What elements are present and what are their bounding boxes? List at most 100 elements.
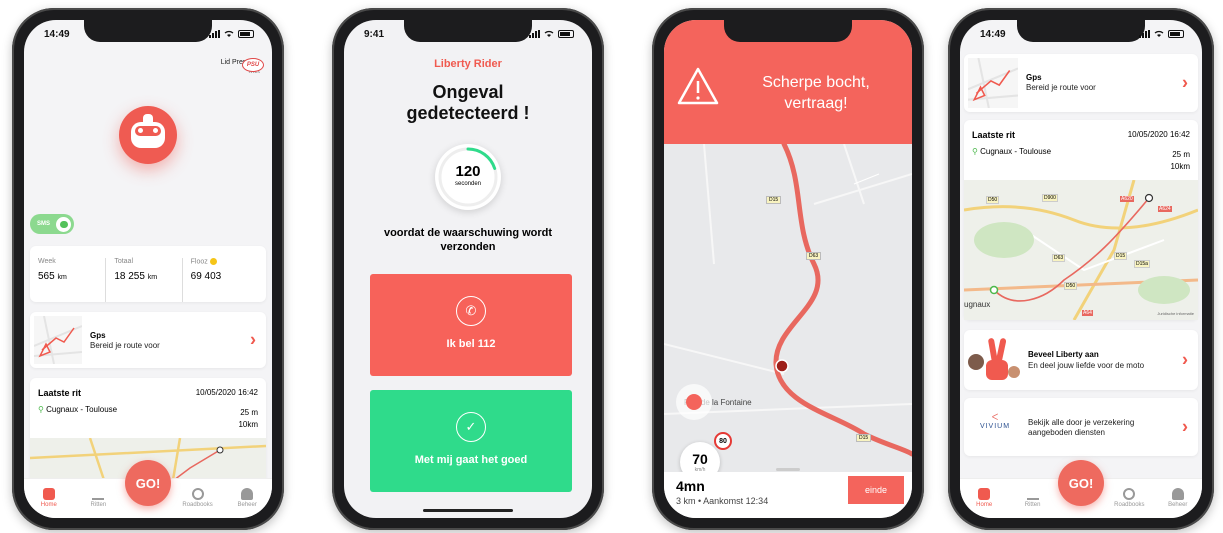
last-ride-title: Laatste rit xyxy=(972,130,1016,140)
gps-card[interactable]: Gps Bereid je route voor › xyxy=(964,54,1198,112)
last-ride-distance: 10km xyxy=(238,420,258,429)
go-button[interactable]: GO! xyxy=(1058,460,1104,506)
roadbook-icon xyxy=(1123,488,1136,500)
stat-label: Week xyxy=(38,258,56,265)
tab-home[interactable]: Home xyxy=(964,488,1004,508)
tab-home[interactable]: Home xyxy=(29,488,69,508)
tab-label: Ritten xyxy=(1024,502,1041,508)
home-indicator xyxy=(423,509,513,512)
stat-label: Totaal xyxy=(114,258,134,265)
gps-subtitle: Bereid je route voor xyxy=(1026,83,1096,92)
tab-label: Home xyxy=(976,502,993,508)
status-bar: 9:41 xyxy=(344,26,592,42)
stat-flooz: Flooz 69 403 xyxy=(183,258,258,302)
coin-icon xyxy=(209,258,217,265)
call-112-button[interactable]: ✆ Ik bel 112 xyxy=(370,274,572,376)
map-road-label: A64 xyxy=(1082,310,1093,316)
alert-line-1: Scherpe bocht, xyxy=(762,74,870,91)
countdown-unit: seconden xyxy=(454,181,482,187)
phone-accident: 9:41 Liberty Rider Ongeval gedetecteerd … xyxy=(332,8,604,530)
eta-detail: 3 km • Aankomst 12:34 xyxy=(676,496,769,506)
last-ride-date: 10/05/2020 16:42 xyxy=(195,388,258,397)
phone-home-scrolled: 14:49 Gps Bereid je route voor › Laatste… xyxy=(948,8,1214,530)
gps-subtitle: Bereid je route voor xyxy=(90,341,160,350)
accident-screen: 9:41 Liberty Rider Ongeval gedetecteerd … xyxy=(344,20,592,518)
stat-label: Flooz xyxy=(190,258,208,266)
user-icon xyxy=(241,488,254,500)
tab-label: Roadbooks xyxy=(1114,502,1145,508)
end-navigation-button[interactable]: einde xyxy=(848,476,904,504)
tab-roadbooks[interactable]: Roadbooks xyxy=(1109,488,1149,508)
map-road-label: D50 xyxy=(986,196,1000,204)
headline-line-1: Ongeval xyxy=(432,82,504,102)
last-ride-date: 10/05/2020 16:42 xyxy=(1127,130,1190,139)
last-ride-route: Cugnaux - Toulouse xyxy=(46,405,118,414)
ride-map[interactable]: D50 D900 A620 A624 D63 D15 D15a D50 A64 … xyxy=(964,180,1198,320)
brand-title: Liberty Rider xyxy=(434,58,502,70)
home-icon xyxy=(978,488,991,500)
insurance-card[interactable]: ᐸ VIVIUM Bekijk alle door je verzekering… xyxy=(964,398,1198,456)
phone-icon: ✆ xyxy=(456,296,486,326)
tab-manage[interactable]: Beheer xyxy=(1158,488,1198,508)
road-label: D15 xyxy=(856,434,872,442)
status-bar: 14:49 xyxy=(960,26,1202,42)
phone-navigation: Scherpe bocht, vertraag! D15 D63 D15 Rue… xyxy=(652,8,924,530)
alert-line-2: vertraag! xyxy=(784,95,848,112)
sms-toggle[interactable]: SMS xyxy=(30,214,74,234)
user-position-marker xyxy=(676,384,712,420)
stats-card: Week 565 km Totaal 18 255 km Flooz 69 40… xyxy=(30,246,266,302)
map-road-label: D63 xyxy=(1052,254,1066,262)
navigation-map[interactable] xyxy=(664,144,912,484)
gps-title: Gps xyxy=(1026,73,1042,82)
battery-icon xyxy=(238,30,254,38)
chevron-right-icon: › xyxy=(1182,72,1188,93)
speed-limit-sign: 80 xyxy=(714,432,732,450)
map-road-label: D15 xyxy=(1114,252,1128,260)
wifi-icon xyxy=(224,30,234,37)
route-map-icon xyxy=(968,58,1018,108)
last-ride-card[interactable]: Laatste rit 10/05/2020 16:42 ⚲ Cugnaux -… xyxy=(964,120,1198,320)
recommend-card[interactable]: Beveel Liberty aan En deel jouw liefde v… xyxy=(964,330,1198,390)
map-road-label: D900 xyxy=(1042,194,1058,202)
tab-manage[interactable]: Beheer xyxy=(227,488,267,508)
wifi-icon xyxy=(1154,30,1164,37)
sms-label: SMS xyxy=(37,221,51,227)
gps-card[interactable]: Gps Bereid je route voor › xyxy=(30,312,266,368)
last-ride-duration: 25 m xyxy=(240,408,258,417)
map-road-label: D15a xyxy=(1134,260,1150,268)
signal-icon xyxy=(209,30,220,38)
drag-handle[interactable] xyxy=(776,468,800,471)
insurance-text-line-1: Bekijk alle door je verzekering xyxy=(1028,418,1135,427)
roadbook-icon xyxy=(191,488,204,500)
tab-roadbooks[interactable]: Roadbooks xyxy=(178,488,218,508)
tab-rides[interactable]: Ritten xyxy=(78,488,118,508)
go-button[interactable]: GO! xyxy=(125,460,171,506)
recommend-subtitle: En deel jouw liefde voor de moto xyxy=(1028,361,1145,370)
warning-icon xyxy=(677,67,719,105)
peace-hand-illustration xyxy=(968,337,1022,382)
liberty-robot-icon[interactable] xyxy=(119,106,177,164)
speed-value: 70 xyxy=(692,451,708,467)
status-time: 9:41 xyxy=(364,28,385,40)
im-ok-button[interactable]: ✓ Met mij gaat het goed xyxy=(370,390,572,492)
phone-home: 14:49 Lid Premium Met PSU SMS xyxy=(12,8,284,530)
stat-value: 18 255 xyxy=(114,271,145,282)
stat-value: 69 403 xyxy=(190,271,222,283)
last-ride-route: Cugnaux - Toulouse xyxy=(980,147,1052,156)
screenshot-stage: 14:49 Lid Premium Met PSU SMS xyxy=(0,0,1223,533)
countdown-timer: 120 seconden xyxy=(435,144,501,210)
stat-unit: km xyxy=(147,274,158,281)
chevron-right-icon: › xyxy=(250,329,256,350)
battery-icon xyxy=(1168,30,1184,38)
map-attribution-link[interactable]: Juridische informatie xyxy=(1157,311,1194,316)
stat-value: 565 xyxy=(38,271,55,282)
tab-label: Beheer xyxy=(237,502,257,508)
signal-icon xyxy=(1139,30,1150,38)
route-map-icon xyxy=(34,316,82,364)
home-icon xyxy=(42,488,55,500)
tab-rides[interactable]: Ritten xyxy=(1013,488,1053,508)
stat-total: Totaal 18 255 km xyxy=(106,258,183,302)
tab-label: Beheer xyxy=(1168,502,1188,508)
bar-chart-icon xyxy=(1026,488,1039,500)
wifi-icon xyxy=(544,30,554,37)
